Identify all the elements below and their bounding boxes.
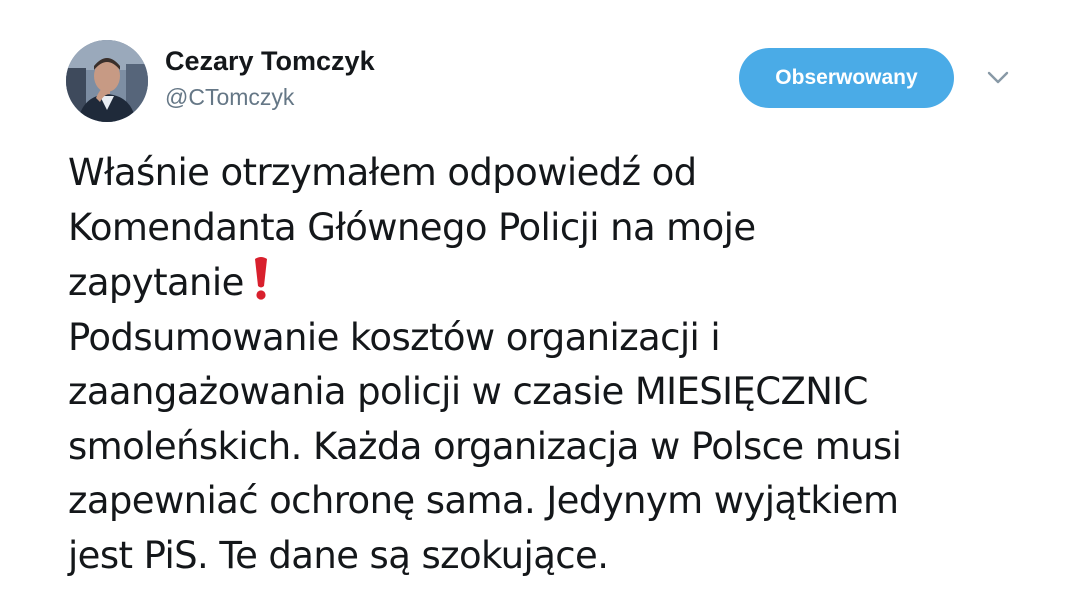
tweet-line-8: jest PiS. Te dane są szokujące.: [68, 533, 609, 577]
tweet-line-6: smoleńskich. Każda organizacja w Polsce …: [68, 424, 902, 468]
tweet-menu-caret[interactable]: [984, 66, 1012, 88]
tweet-line-4: Podsumowanie kosztów organizacji i: [68, 315, 721, 359]
tweet-line-1: Właśnie otrzymałem odpowiedź od: [68, 151, 697, 194]
tweet-card: Cezary Tomczyk @CTomczyk Obserwowany Wła…: [0, 0, 1080, 595]
chevron-down-icon: [987, 71, 1009, 84]
tweet-header: Cezary Tomczyk @CTomczyk Obserwowany: [0, 0, 1080, 140]
tweet-line-5: zaangażowania policji w czasie MIESIĘCZN…: [68, 370, 868, 413]
heavy-exclamation-mark-icon: [252, 255, 270, 301]
avatar[interactable]: [66, 40, 148, 122]
tweet-line-7: zapewniać ochronę sama. Jedynym wyjątkie…: [68, 479, 899, 522]
tweet-line-3: zapytanie: [68, 261, 244, 304]
tweet-line-3-wrapper: zapytanie: [68, 255, 1058, 311]
author-handle[interactable]: @CTomczyk: [165, 82, 294, 112]
tweet-line-2: Komendanta Głównego Policji na moje: [68, 205, 756, 249]
avatar-photo-icon: [66, 40, 148, 122]
tweet-text: Właśnie otrzymałem odpowiedź od Komendan…: [68, 146, 1058, 583]
author-display-name[interactable]: Cezary Tomczyk: [165, 44, 375, 78]
following-button[interactable]: Obserwowany: [739, 48, 954, 108]
